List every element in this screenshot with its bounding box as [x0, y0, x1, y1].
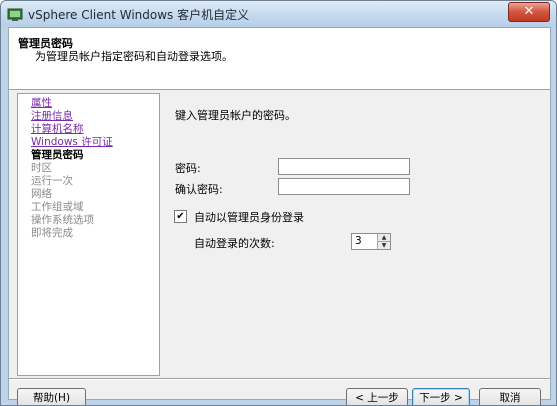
confirm-password-field[interactable] — [278, 178, 410, 195]
step-item-timezone: 时区 — [31, 162, 52, 174]
logon-count-stepper[interactable]: 3 ▲ ▼ — [351, 233, 391, 250]
step-item-workgroup-domain: 工作组或域 — [31, 201, 84, 213]
dialog-window: vSphere Client Windows 客户机自定义 ✕ 管理员密码 为管… — [0, 0, 557, 406]
step-item-os-options: 操作系统选项 — [31, 214, 94, 226]
dialog-client-area: 管理员密码 为管理员帐户指定密码和自动登录选项。 属性 注册信息 计算机名称 W… — [8, 27, 551, 405]
auto-logon-checkbox[interactable]: ✔ — [174, 210, 187, 223]
vsphere-app-icon — [7, 8, 23, 21]
wizard-content: 键入管理员帐户的密码。 密码: 确认密码: ✔ 自动以管理员身份登录 自动登录的… — [161, 92, 550, 376]
password-label: 密码: — [175, 162, 201, 175]
step-item-computer-name[interactable]: 计算机名称 — [31, 123, 84, 136]
spin-up-icon[interactable]: ▲ — [377, 234, 390, 242]
step-item-network: 网络 — [31, 188, 52, 200]
footer-divider — [9, 378, 550, 380]
next-button[interactable]: 下一步 > — [412, 388, 470, 405]
close-icon: ✕ — [523, 4, 535, 19]
title-bar[interactable]: vSphere Client Windows 客户机自定义 ✕ — [1, 1, 556, 27]
step-item-properties[interactable]: 属性 — [31, 97, 52, 110]
logon-count-value[interactable]: 3 — [355, 235, 362, 247]
spin-down-icon[interactable]: ▼ — [377, 242, 390, 249]
back-button[interactable]: < 上一步 — [346, 388, 408, 405]
step-item-admin-password: 管理员密码 — [31, 149, 84, 161]
password-field[interactable] — [278, 158, 410, 175]
logon-count-label: 自动登录的次数: — [194, 237, 275, 250]
step-item-ready-to-complete: 即将完成 — [31, 227, 73, 239]
help-button[interactable]: 帮助(H) — [17, 388, 86, 405]
password-prompt: 键入管理员帐户的密码。 — [175, 109, 296, 122]
step-item-windows-license[interactable]: Windows 许可证 — [31, 136, 113, 149]
checkmark-icon: ✔ — [176, 211, 185, 222]
auto-logon-label[interactable]: 自动以管理员身份登录 — [194, 209, 304, 225]
page-description: 为管理员帐户指定密码和自动登录选项。 — [35, 50, 233, 63]
close-button[interactable]: ✕ — [508, 2, 550, 22]
cancel-button[interactable]: 取消 — [479, 388, 541, 405]
wizard-header: 管理员密码 为管理员帐户指定密码和自动登录选项。 — [9, 28, 550, 90]
step-item-registration[interactable]: 注册信息 — [31, 110, 73, 123]
wizard-step-list: 属性 注册信息 计算机名称 Windows 许可证 管理员密码 时区 运行一次 … — [17, 93, 160, 376]
window-title: vSphere Client Windows 客户机自定义 — [28, 8, 250, 22]
confirm-password-label: 确认密码: — [175, 183, 223, 196]
step-item-run-once: 运行一次 — [31, 175, 73, 187]
